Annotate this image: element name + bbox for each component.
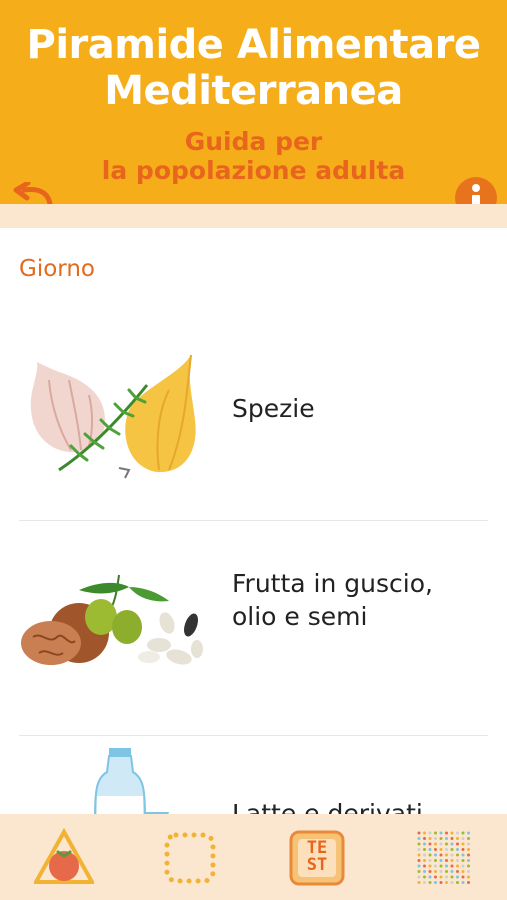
subtitle-line-2: la popolazione adulta [101, 156, 406, 185]
tab-frame[interactable] [160, 828, 220, 888]
dotted-square-icon [164, 832, 216, 884]
tab-test[interactable]: TE ST [287, 828, 347, 888]
tab-pyramid[interactable] [32, 827, 96, 888]
subtitle-line-1: Guida per [184, 127, 323, 156]
tab-grid[interactable] [414, 828, 474, 888]
list-item-frutta-in-guscio[interactable]: Frutta in guscio, olio e semi [19, 565, 488, 685]
page-title: Piramide Alimentare Mediterranea [0, 22, 507, 114]
list-divider [19, 520, 488, 521]
list-divider [19, 735, 488, 736]
app-header: Piramide Alimentare Mediterranea Guida p… [0, 0, 507, 219]
spices-icon [30, 354, 196, 479]
milk-bottle-icon [94, 748, 169, 814]
list-item-spezie[interactable]: Spezie [19, 345, 488, 485]
tomato-pyramid-icon [32, 827, 96, 884]
title-line-1: Piramide Alimentare [26, 22, 481, 68]
header-strip [0, 204, 507, 228]
page-subtitle: Guida per la popolazione adulta [0, 127, 507, 185]
list-item-latte[interactable]: Latte e derivati [19, 745, 488, 814]
item-label-line-1: Frutta in guscio, [232, 569, 433, 598]
section-title: Giorno [19, 256, 95, 282]
item-label: Frutta in guscio, olio e semi [232, 567, 433, 633]
item-label: Latte e derivati [232, 799, 423, 814]
title-line-2: Mediterranea [104, 68, 403, 114]
tab-bar: TE ST [0, 814, 507, 900]
test-label: TE ST [306, 838, 328, 875]
item-label-line-2: olio e semi [232, 602, 368, 631]
dot-grid-icon [417, 831, 470, 884]
item-label: Spezie [232, 394, 315, 423]
nuts-olives-seeds-icon [21, 574, 203, 665]
